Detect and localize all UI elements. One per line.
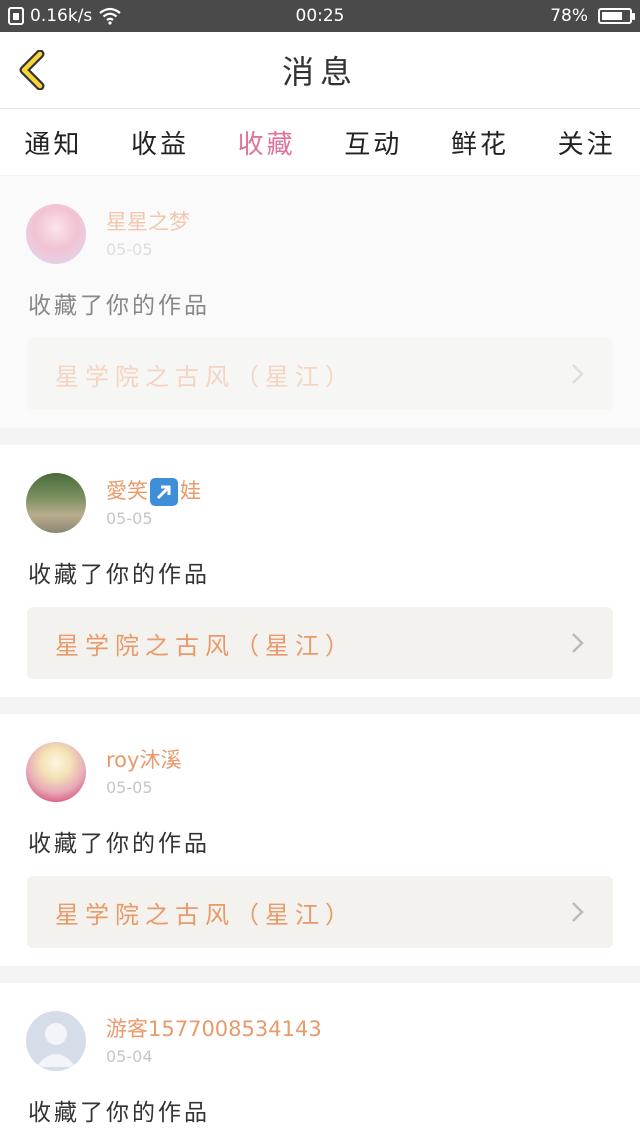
tab-flowers[interactable]: 鲜花 [447,116,513,169]
avatar[interactable] [26,473,86,533]
network-speed: 0.16k/s [30,6,93,26]
tab-favorites[interactable]: 收藏 [234,116,300,169]
page-title: 消息 [281,53,358,91]
avatar[interactable] [26,204,86,264]
username[interactable]: roy沐溪 [106,744,181,774]
message-action: 收藏了你的作品 [28,293,210,319]
message-date: 05-05 [106,509,153,528]
message-card: 游客1577008534143 05-04 收藏了你的作品 [0,983,640,1138]
work-link[interactable]: 星学院之古风（星江） [27,338,613,410]
message-card: 星星之梦 05-05 收藏了你的作品 星学院之古风（星江） [0,176,640,428]
message-date: 05-05 [106,240,153,259]
work-title: 星学院之古风（星江） [55,900,355,929]
arrow-up-right-emoji-icon [150,478,178,506]
tab-notifications[interactable]: 通知 [20,116,86,169]
avatar[interactable] [26,742,86,802]
message-date: 05-05 [106,778,153,797]
message-action: 收藏了你的作品 [28,562,210,588]
work-title: 星学院之古风（星江） [55,631,355,660]
username[interactable]: 愛笑娃 [106,475,201,506]
battery-percent: 78% [550,6,588,26]
sim-card-icon [8,7,24,25]
chevron-right-icon [572,633,584,653]
tab-following[interactable]: 关注 [554,116,620,169]
battery-icon [598,8,635,24]
back-chevron-icon[interactable] [14,50,54,90]
work-title: 星学院之古风（星江） [55,362,355,391]
tab-interactions[interactable]: 互动 [340,116,406,169]
clock: 00:25 [295,6,345,26]
tab-bar: 通知 收益 收藏 互动 鲜花 关注 [0,109,640,175]
message-card: roy沐溪 05-05 收藏了你的作品 星学院之古风（星江） [0,714,640,966]
username[interactable]: 星星之梦 [106,206,190,236]
work-link[interactable]: 星学院之古风（星江） [27,876,613,948]
default-avatar-icon[interactable] [26,1011,86,1071]
username[interactable]: 游客1577008534143 [106,1013,322,1043]
message-action: 收藏了你的作品 [28,831,210,857]
message-date: 05-04 [106,1047,153,1066]
work-link[interactable]: 星学院之古风（星江） [27,607,613,679]
battery-level [602,12,623,20]
message-card: 愛笑娃 05-05 收藏了你的作品 星学院之古风（星江） [0,445,640,697]
header: 消息 [0,32,640,109]
wifi-icon [99,7,121,25]
chevron-right-icon [572,902,584,922]
tab-earnings[interactable]: 收益 [127,116,193,169]
message-action: 收藏了你的作品 [28,1100,210,1126]
chevron-right-icon [572,364,584,384]
status-bar: 0.16k/s 00:25 78% [0,0,640,32]
